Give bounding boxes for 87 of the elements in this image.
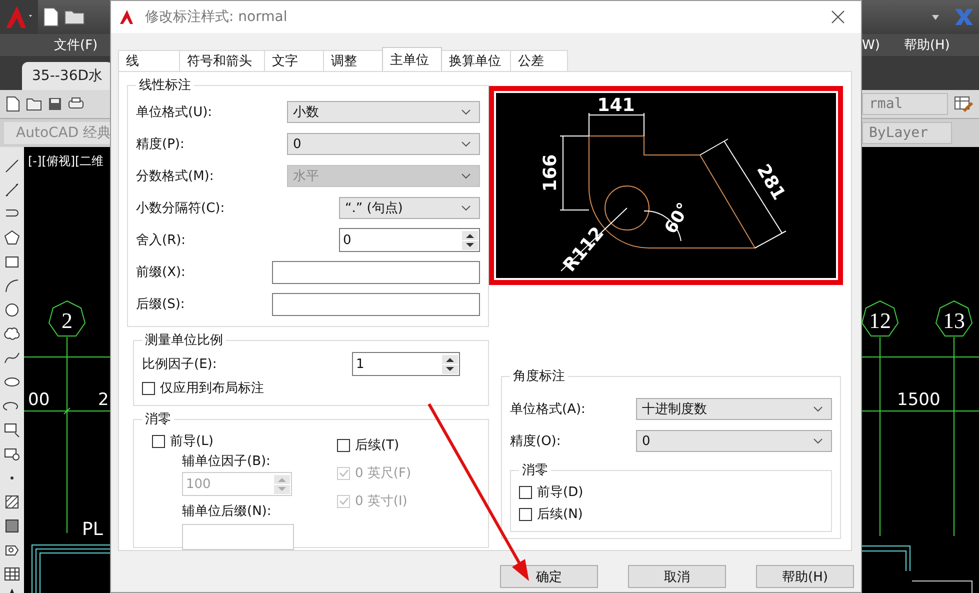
cloud-icon[interactable]	[3, 325, 21, 343]
arc-icon[interactable]	[3, 277, 21, 295]
checkmark-icon	[338, 469, 348, 477]
axis-bubble: 12	[862, 300, 899, 336]
menu-item[interactable]: 帮助(H)	[904, 36, 950, 54]
field-label: 比例因子(E):	[142, 356, 217, 373]
field-label: 前缀(X):	[136, 264, 186, 281]
group-title: 消零	[144, 411, 172, 428]
tab[interactable]: 主单位	[382, 47, 442, 71]
field-label: 后缀(S):	[136, 296, 185, 313]
caret-icon	[461, 109, 471, 115]
table-icon[interactable]	[3, 565, 21, 583]
input-field[interactable]	[272, 292, 480, 316]
dimension-text: 2	[98, 390, 109, 410]
table-style-icon[interactable]	[954, 95, 974, 113]
tab[interactable]: 文字	[264, 50, 324, 71]
ray-icon[interactable]	[3, 181, 21, 199]
print-icon[interactable]	[68, 97, 84, 111]
caret-icon	[461, 173, 471, 179]
polygon-icon[interactable]	[3, 229, 21, 247]
field-label: 辅单位后缀(N):	[182, 504, 272, 519]
viewport-label[interactable]: [-][俯视][二维	[28, 154, 104, 168]
checkbox[interactable]: 后续(T)	[337, 434, 480, 456]
hatch-icon[interactable]	[3, 493, 21, 511]
checkbox[interactable]: 前导(L)	[152, 430, 337, 452]
menu-item[interactable]: W)	[862, 38, 880, 52]
insert-block-icon[interactable]	[3, 421, 21, 439]
caret-icon	[813, 438, 823, 444]
tab[interactable]: 符号和箭头	[179, 50, 265, 71]
checkbox[interactable]: 仅应用到布局标注	[142, 377, 480, 399]
dropdown[interactable]: 小数	[287, 101, 480, 123]
line-icon[interactable]	[3, 157, 21, 175]
caret-icon	[813, 406, 823, 412]
tab[interactable]: 公差	[510, 50, 568, 71]
group-title: 测量单位比例	[144, 332, 224, 349]
input-field[interactable]	[182, 524, 294, 550]
dimension-text: 141	[597, 95, 635, 116]
spin-arrows-icon[interactable]	[442, 354, 458, 374]
save-icon[interactable]	[48, 97, 62, 111]
new-file-icon[interactable]	[6, 96, 20, 112]
circle-icon[interactable]	[3, 301, 21, 319]
gradient-icon[interactable]	[3, 517, 21, 535]
dimension-text: 00	[28, 390, 50, 410]
spinner-field[interactable]: 1	[352, 352, 460, 376]
axis-bubble: 13	[935, 300, 973, 336]
logo-icon	[4, 4, 34, 30]
group-title: 角度标注	[512, 368, 566, 385]
tab[interactable]: 线	[118, 50, 180, 71]
dropdown[interactable]: 0	[287, 133, 480, 155]
close-icon[interactable]	[831, 10, 845, 24]
dropdown[interactable]: 十进制度数	[636, 398, 832, 420]
field-label: 辅单位因子(B):	[182, 454, 270, 469]
caret-icon	[461, 205, 471, 211]
group-title: 线性标注	[138, 77, 192, 94]
group-title: 消零	[521, 462, 549, 479]
dimension-text: 166	[540, 154, 561, 192]
new-file-icon[interactable]	[42, 7, 60, 27]
dropdown[interactable]: “.” (句点)	[339, 197, 480, 219]
tab[interactable]: 换算单位	[441, 50, 511, 71]
folder-icon[interactable]	[26, 97, 42, 111]
field-label: 小数分隔符(C):	[136, 200, 225, 217]
checkbox[interactable]: 前导(D)	[519, 481, 823, 503]
dialog-button[interactable]: 帮助(H)	[756, 565, 854, 588]
drawing-text: PL	[82, 519, 103, 540]
checkmark-icon	[338, 497, 348, 505]
window-title: 修改标注样式: normal	[145, 8, 288, 26]
menu-item[interactable]: 文件(F)	[54, 36, 98, 54]
caret-icon	[461, 141, 471, 147]
dropdown[interactable]: 0	[636, 430, 832, 452]
field-label: 单位格式(A):	[510, 401, 586, 418]
field-label: 分数格式(M):	[136, 168, 214, 185]
caret-icon[interactable]	[932, 14, 939, 20]
dialog-button[interactable]: 取消	[628, 565, 726, 588]
input-field[interactable]	[272, 260, 480, 284]
folder-icon[interactable]	[64, 8, 86, 26]
spin-arrows-icon[interactable]	[462, 230, 478, 250]
field-label: 单位格式(U):	[136, 104, 212, 121]
dimension-text: 1500	[897, 390, 940, 410]
field-label: 精度(P):	[136, 136, 184, 153]
field-label: 精度(O):	[510, 433, 561, 450]
axis-bubble: 2	[48, 300, 86, 336]
dialog-button[interactable]: 确定	[500, 565, 598, 588]
checkbox[interactable]: 后续(N)	[519, 503, 823, 525]
tab[interactable]: 调整	[323, 50, 383, 71]
spinner-field[interactable]: 0	[339, 228, 480, 252]
document-tab[interactable]: 35--36D水	[22, 62, 110, 90]
field-label: 舍入(R):	[136, 232, 186, 249]
